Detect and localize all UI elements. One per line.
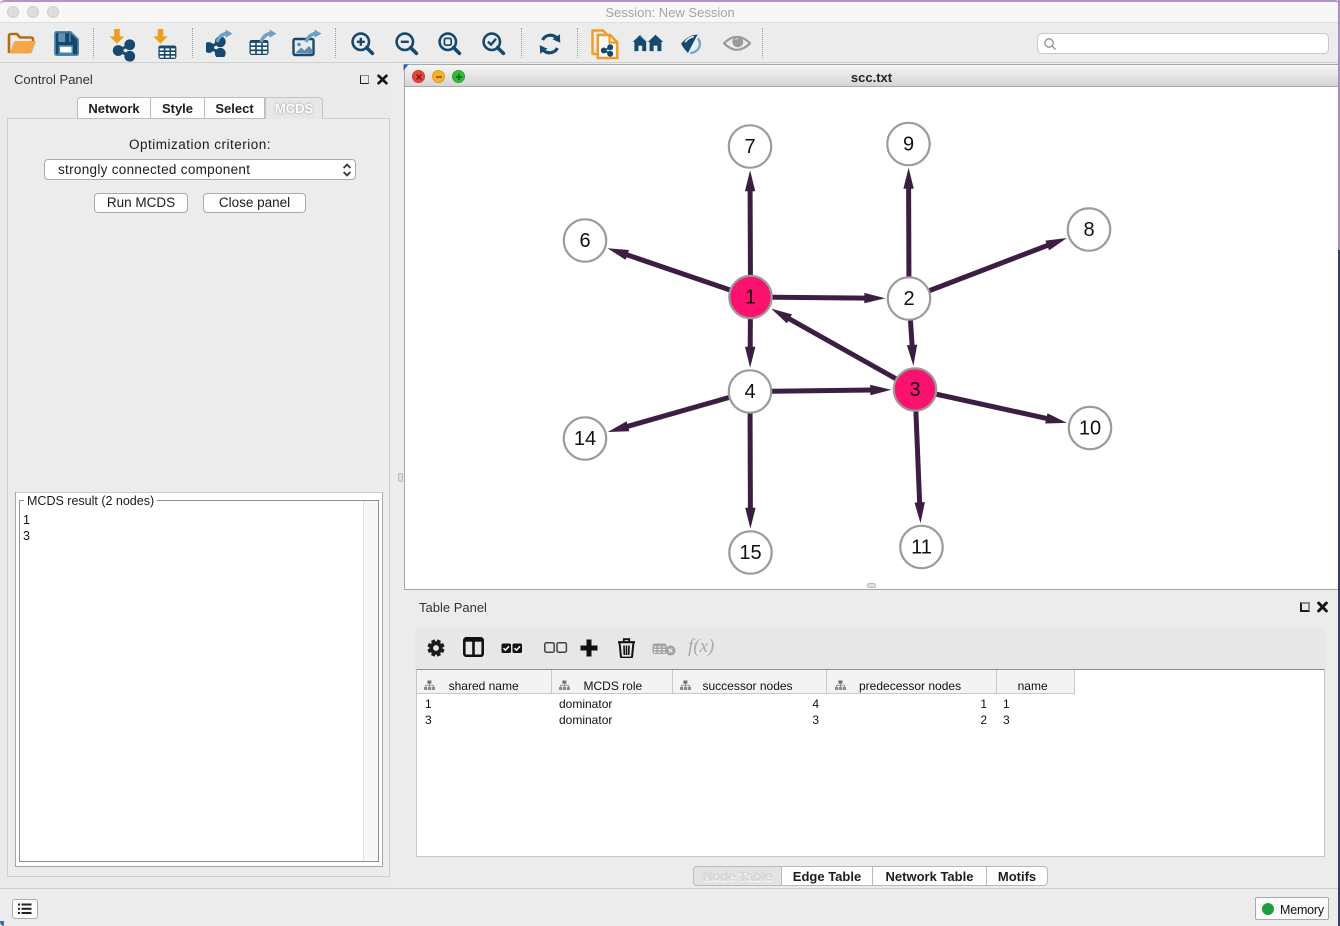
- svg-text:1: 1: [745, 287, 756, 309]
- svg-text:14: 14: [574, 428, 596, 450]
- svg-text:9: 9: [903, 134, 914, 156]
- svg-text:6: 6: [579, 230, 590, 252]
- svg-text:10: 10: [1079, 418, 1101, 440]
- svg-text:8: 8: [1083, 219, 1094, 241]
- svg-text:2: 2: [903, 288, 914, 310]
- svg-text:4: 4: [744, 381, 755, 403]
- svg-text:11: 11: [911, 537, 932, 559]
- svg-text:7: 7: [744, 136, 755, 158]
- svg-text:15: 15: [739, 542, 761, 564]
- svg-text:3: 3: [909, 379, 920, 401]
